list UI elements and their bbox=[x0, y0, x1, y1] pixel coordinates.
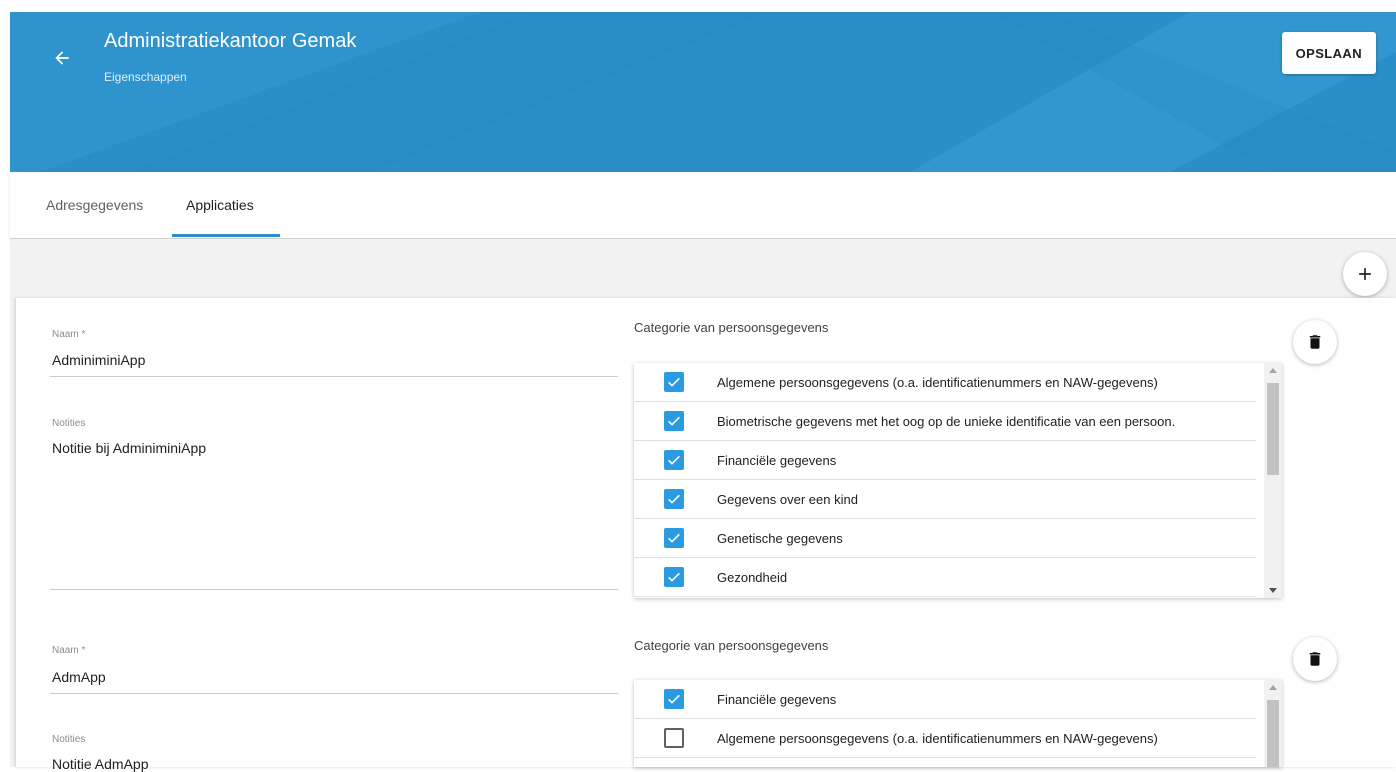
toolbar-band bbox=[10, 239, 1396, 299]
back-button[interactable] bbox=[46, 42, 78, 74]
check-icon bbox=[668, 694, 680, 704]
checkbox-unchecked[interactable] bbox=[664, 728, 684, 748]
scroll-thumb[interactable] bbox=[1267, 700, 1279, 767]
list-item-label: Genetische gegevens bbox=[717, 530, 843, 546]
list-scrollbar[interactable] bbox=[1264, 363, 1282, 598]
trash-icon bbox=[1309, 652, 1321, 666]
name-label: Naam * bbox=[52, 329, 86, 340]
checkbox-checked[interactable] bbox=[664, 450, 684, 470]
category-list[interactable]: Algemene persoonsgegevens (o.a. identifi… bbox=[634, 363, 1282, 598]
checkbox-checked[interactable] bbox=[664, 411, 684, 431]
scroll-up-arrow-icon[interactable] bbox=[1269, 368, 1277, 373]
scroll-up-arrow-icon[interactable] bbox=[1269, 685, 1277, 690]
add-application-button[interactable] bbox=[1343, 252, 1387, 296]
app-header: Administratiekantoor Gemak Eigenschappen… bbox=[10, 12, 1396, 172]
check-icon bbox=[668, 533, 680, 543]
list-item-label: Algemene persoonsgegevens (o.a. identifi… bbox=[717, 730, 1158, 746]
check-icon bbox=[668, 377, 680, 387]
list-item[interactable] bbox=[634, 758, 1256, 767]
notes-input[interactable]: Notitie bij AdminiminiApp bbox=[52, 440, 206, 456]
checkbox-checked[interactable] bbox=[664, 567, 684, 587]
delete-application-button[interactable] bbox=[1293, 320, 1337, 364]
list-item[interactable]: Gegevens over een kind bbox=[634, 480, 1256, 519]
list-item[interactable]: Financiële gegevens bbox=[634, 441, 1256, 480]
checkbox-checked[interactable] bbox=[664, 489, 684, 509]
arrow-left-icon bbox=[55, 51, 69, 65]
tab-applicaties[interactable]: Applicaties bbox=[186, 172, 254, 238]
list-item-label: Gegevens over een kind bbox=[717, 491, 858, 507]
scroll-thumb[interactable] bbox=[1267, 383, 1279, 475]
check-icon bbox=[668, 416, 680, 426]
list-item-label: Financiële gegevens bbox=[717, 691, 837, 707]
list-item-label: Gezondheid bbox=[717, 569, 788, 585]
page-subtitle: Eigenschappen bbox=[104, 70, 187, 84]
name-input-underline bbox=[50, 693, 618, 694]
list-scrollbar[interactable] bbox=[1264, 680, 1282, 767]
list-item[interactable]: Financiële gegevens bbox=[634, 680, 1256, 719]
notes-label: Notities bbox=[52, 734, 86, 745]
trash-icon bbox=[1309, 335, 1321, 349]
active-tab-indicator bbox=[172, 234, 280, 237]
name-label: Naam * bbox=[52, 645, 86, 656]
check-icon bbox=[668, 455, 680, 465]
category-label: Categorie van persoonsgegevens bbox=[634, 638, 829, 653]
list-item[interactable]: Biometrische gegevens met het oog op de … bbox=[634, 402, 1256, 441]
notes-input[interactable]: Notitie AdmApp bbox=[52, 756, 149, 772]
name-input[interactable]: AdminiminiApp bbox=[52, 352, 145, 368]
category-list[interactable]: Financiële gegevens Algemene persoonsgeg… bbox=[634, 680, 1282, 767]
list-item[interactable]: Genetische gegevens bbox=[634, 519, 1256, 558]
list-item-label: Financiële gegevens bbox=[717, 452, 837, 468]
notes-input-underline bbox=[50, 589, 618, 590]
check-icon bbox=[668, 572, 680, 582]
check-icon bbox=[668, 494, 680, 504]
category-label: Categorie van persoonsgegevens bbox=[634, 320, 829, 335]
list-item-label: Biometrische gegevens met het oog op de … bbox=[717, 413, 1176, 429]
tab-adresgegevens[interactable]: Adresgegevens bbox=[46, 172, 143, 238]
list-item-label: Algemene persoonsgegevens (o.a. identifi… bbox=[717, 374, 1158, 390]
checkbox-checked[interactable] bbox=[664, 528, 684, 548]
delete-application-button[interactable] bbox=[1293, 637, 1337, 681]
tab-bar: Adresgegevens Applicaties bbox=[10, 172, 1396, 239]
list-item[interactable]: Algemene persoonsgegevens (o.a. identifi… bbox=[634, 719, 1256, 758]
list-item[interactable]: Algemene persoonsgegevens (o.a. identifi… bbox=[634, 363, 1256, 402]
page-title: Administratiekantoor Gemak bbox=[104, 30, 357, 52]
list-item[interactable]: Gezondheid bbox=[634, 558, 1256, 597]
name-input[interactable]: AdmApp bbox=[52, 669, 106, 685]
plus-icon bbox=[1359, 268, 1371, 280]
checkbox-checked[interactable] bbox=[664, 689, 684, 709]
checkbox-checked[interactable] bbox=[664, 372, 684, 392]
save-button[interactable]: OPSLAAN bbox=[1281, 32, 1376, 74]
scroll-down-arrow-icon[interactable] bbox=[1269, 588, 1277, 593]
notes-label: Notities bbox=[52, 418, 86, 429]
name-input-underline bbox=[50, 376, 618, 377]
